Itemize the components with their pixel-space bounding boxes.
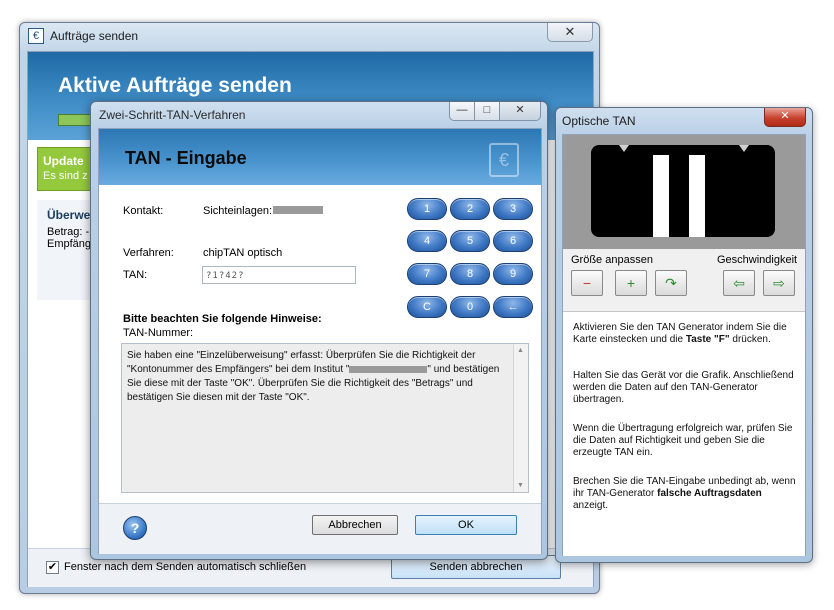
contact-label: Kontakt: <box>123 205 164 217</box>
tan-label: TAN: <box>123 269 148 281</box>
zoom-in-button[interactable]: + <box>615 270 647 296</box>
transfer-panel-title: Überwe <box>47 208 91 222</box>
zoom-out-button[interactable]: − <box>571 270 603 296</box>
left-marker-icon <box>619 145 629 152</box>
flicker-graphic-area <box>563 135 805 249</box>
faster-button[interactable]: ⇨ <box>763 270 795 296</box>
keypad-key-8[interactable]: 8 <box>450 263 490 285</box>
right-marker-icon <box>739 145 749 152</box>
slower-button[interactable]: ⇦ <box>723 270 755 296</box>
optical-close-button[interactable]: ✕ <box>764 108 806 127</box>
optical-tan-window: Optische TAN ✕ Größe anpassen Geschwindi… <box>555 107 813 563</box>
hint-subtitle: TAN-Nummer: <box>123 327 194 339</box>
keypad-key-7[interactable]: 7 <box>407 263 447 285</box>
flicker-bar <box>689 155 705 237</box>
cancel-button[interactable]: Abbrechen <box>312 515 398 535</box>
tan-close-button[interactable]: ✕ <box>499 102 541 121</box>
instruction-warning: falsche Auftragsdaten <box>657 488 762 499</box>
keypad-key-5[interactable]: 5 <box>450 230 490 252</box>
euro-logo-icon: € <box>489 143 519 177</box>
hint-title: Bitte beachten Sie folgende Hinweise: <box>123 313 322 325</box>
slower-arrow-icon: ⇦ <box>733 275 745 291</box>
instruction-paragraph-4: Brechen Sie die TAN-Eingabe unbedingt ab… <box>573 476 797 512</box>
transfer-recipient-label: Empfäng <box>47 238 92 250</box>
update-title: Update <box>43 154 84 168</box>
optical-window-title: Optische TAN <box>562 114 636 128</box>
keypad-key-6[interactable]: 6 <box>493 230 533 252</box>
main-window-title: Aufträge senden <box>50 29 139 43</box>
autoclose-checkbox[interactable]: ✔ <box>46 561 59 574</box>
keypad-key-3[interactable]: 3 <box>493 198 533 220</box>
instruction-paragraph-2: Halten Sie das Gerät vor die Grafik. Ans… <box>573 370 794 405</box>
tan-input[interactable]: ?1?42? <box>202 266 356 284</box>
speed-label: Geschwindigkeit <box>717 254 798 266</box>
redacted-institute <box>349 365 428 373</box>
zoom-out-icon: − <box>582 275 592 291</box>
flicker-graphic <box>591 145 775 237</box>
faster-arrow-icon: ⇨ <box>773 275 785 291</box>
main-close-button[interactable]: ✕ <box>547 23 593 42</box>
optical-content: Größe anpassen Geschwindigkeit − + ↷ ⇦ ⇨… <box>562 134 806 556</box>
transfer-amount-label: Betrag: - <box>47 226 90 238</box>
instruction-text: drücken. <box>729 334 771 345</box>
redo-icon: ↷ <box>665 275 677 291</box>
ok-button[interactable]: OK <box>415 515 517 535</box>
redacted-account <box>273 206 323 214</box>
instructions-panel: Aktivieren Sie den TAN Generator indem S… <box>563 311 805 556</box>
instruction-key-f: Taste "F" <box>685 334 730 345</box>
tan-header-title: TAN - Eingabe <box>125 148 247 168</box>
scroll-down-arrow-icon[interactable]: ▼ <box>517 482 524 489</box>
keypad-key-0[interactable]: 0 <box>450 296 490 318</box>
help-icon[interactable]: ? <box>123 516 147 540</box>
hint-textbox: Sie haben eine "Einzelüberweisung" erfas… <box>121 343 529 493</box>
contact-value: Sichteinlagen: <box>203 205 273 217</box>
keypad-key-clear[interactable]: C <box>407 296 447 318</box>
tan-footer: ? Abbrechen OK <box>99 503 541 554</box>
tan-content: TAN - Eingabe € Kontakt: Sichteinlagen: … <box>98 128 542 554</box>
tan-dialog-title: Zwei-Schritt-TAN-Verfahren <box>99 108 246 122</box>
tan-dialog: Zwei-Schritt-TAN-Verfahren — □ ✕ TAN - E… <box>90 101 548 560</box>
keypad-key-1[interactable]: 1 <box>407 198 447 220</box>
instruction-text: anzeigt. <box>573 500 609 511</box>
keypad-key-4[interactable]: 4 <box>407 230 447 252</box>
method-label: Verfahren: <box>123 247 174 259</box>
flicker-bar <box>653 155 669 237</box>
redo-button[interactable]: ↷ <box>655 270 687 296</box>
main-header-title: Aktive Aufträge senden <box>58 74 292 97</box>
hint-scrollbar[interactable]: ▲ ▼ <box>513 344 528 492</box>
update-text: Es sind z <box>43 170 88 182</box>
instruction-paragraph-1: Aktivieren Sie den TAN Generator indem S… <box>573 322 797 346</box>
hint-text: Sie haben eine "Einzelüberweisung" erfas… <box>127 349 509 405</box>
zoom-in-icon: + <box>626 275 636 291</box>
tan-header: TAN - Eingabe € <box>99 129 541 185</box>
autoclose-label: Fenster nach dem Senden automatisch schl… <box>64 561 307 573</box>
size-adjust-label: Größe anpassen <box>571 254 653 266</box>
instruction-paragraph-3: Wenn die Übertragung erfolgreich war, pr… <box>573 423 793 458</box>
method-value: chipTAN optisch <box>203 247 283 259</box>
scroll-up-arrow-icon[interactable]: ▲ <box>517 347 524 354</box>
tan-maximize-button[interactable]: □ <box>474 102 500 121</box>
keypad-key-backspace[interactable]: ← <box>493 296 533 318</box>
tan-minimize-button[interactable]: — <box>449 102 475 121</box>
keypad-key-2[interactable]: 2 <box>450 198 490 220</box>
app-euro-icon: € <box>28 28 44 44</box>
keypad-key-9[interactable]: 9 <box>493 263 533 285</box>
